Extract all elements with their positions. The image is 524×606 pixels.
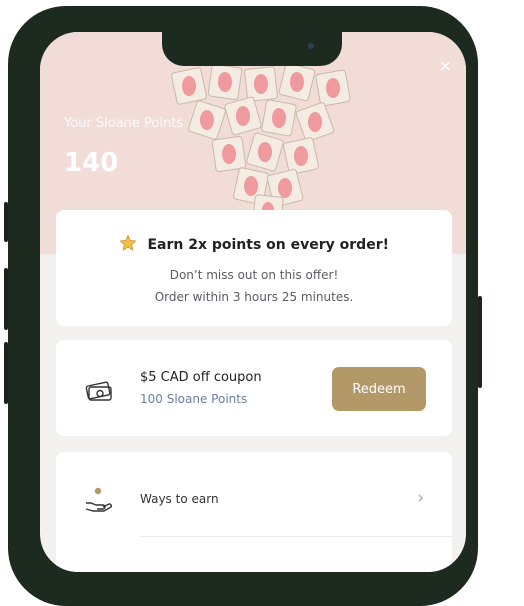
notch <box>162 32 342 66</box>
coupon-cost: 100 Sloane Points <box>140 392 248 406</box>
points-value: 140 <box>64 148 119 178</box>
points-label: Your Sloane Points <box>64 116 184 131</box>
redeem-button[interactable]: Redeem <box>332 367 426 411</box>
sachet-pile-image <box>171 62 351 226</box>
side-button <box>478 296 482 388</box>
close-icon[interactable]: × <box>439 58 452 74</box>
phone-frame: Your Sloane Points 140 × Earn 2x points … <box>4 6 482 606</box>
offer-title: Earn 2x points on every order! <box>147 237 389 253</box>
app-screen: Your Sloane Points 140 × Earn 2x points … <box>40 32 466 572</box>
side-button <box>4 342 8 404</box>
ways-to-earn-label: Ways to earn <box>140 492 219 506</box>
coupon-card: $5 CAD off coupon 100 Sloane Points Rede… <box>56 340 452 436</box>
star-icon <box>119 234 141 253</box>
coupon-title: $5 CAD off coupon <box>140 370 262 385</box>
offer-card: Earn 2x points on every order! Don’t mis… <box>56 210 452 326</box>
offer-line-1: Don’t miss out on this offer! <box>169 268 339 282</box>
ways-to-earn-card[interactable]: Ways to earn › <box>56 452 452 572</box>
camera-dot <box>308 43 314 49</box>
divider <box>140 536 452 537</box>
hand-coin-icon <box>84 486 114 518</box>
money-icon <box>84 376 114 406</box>
side-button <box>4 268 8 330</box>
chevron-right-icon: › <box>417 488 424 508</box>
side-button <box>4 202 8 242</box>
offer-line-2: Order within 3 hours 25 minutes. <box>154 290 354 304</box>
